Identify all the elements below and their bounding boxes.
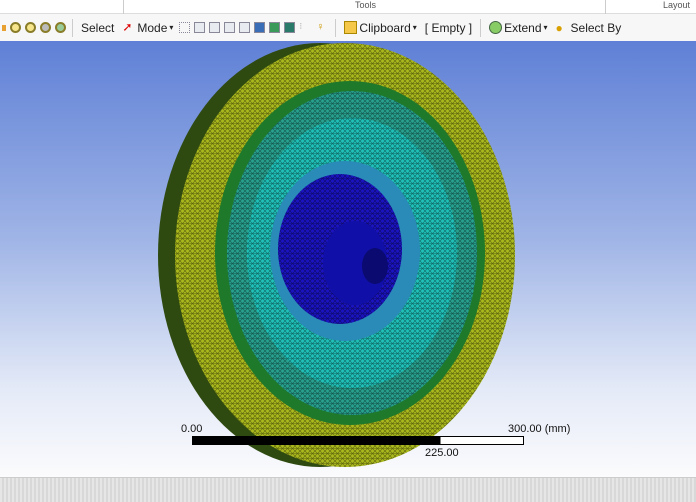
zoom-in-icon[interactable] (10, 22, 21, 33)
clipboard-icon (344, 21, 358, 34)
mode-label: Mode (137, 20, 168, 35)
select-element-face-icon[interactable] (269, 22, 281, 33)
mesh-model (158, 43, 515, 467)
zoom-fit-icon[interactable] (40, 22, 51, 33)
scale-mid-label: 225.00 (425, 447, 459, 459)
divider (123, 0, 124, 14)
graphics-viewport[interactable]: 0.00 300.00 (mm) 225.00 (0, 41, 696, 477)
extend-dropdown[interactable]: Extend ▾ (487, 21, 549, 35)
select-face-icon[interactable] (224, 22, 236, 33)
mode-dropdown[interactable]: ➚ Mode ▾ (120, 21, 175, 35)
group-label-layout: Layout (663, 0, 691, 10)
clipboard-status: [ Empty ] (424, 20, 473, 35)
group-label-tools: Tools (355, 0, 377, 10)
select-vertex-icon[interactable] (194, 22, 206, 33)
divider (605, 0, 606, 14)
scale-start-label: 0.00 (181, 423, 203, 435)
ribbon-group-labels: Tools Layout (0, 0, 696, 14)
separator (335, 18, 337, 37)
shaft-bore (362, 248, 388, 284)
select-button[interactable]: Select (79, 21, 116, 35)
toolbar: Select ➚ Mode ▾ ⁝ ♀ Clipboard ▾ [ Empty ] E… (0, 14, 696, 41)
arrow-icon[interactable] (2, 24, 6, 31)
hint-icon[interactable]: ♀ (316, 21, 329, 34)
zoom-selection-icon[interactable] (55, 22, 66, 33)
extend-icon[interactable]: ⁝ (299, 21, 312, 34)
select-pattern-icon[interactable] (179, 22, 191, 33)
select-body-icon[interactable] (239, 22, 251, 33)
pin-icon: ● (555, 21, 563, 35)
extend-label: Extend (504, 20, 542, 35)
select-element-icon[interactable] (284, 22, 296, 33)
zoom-box-icon[interactable] (25, 22, 36, 33)
select-node-icon[interactable] (254, 22, 266, 33)
select-by-label: Select By (570, 20, 622, 35)
extend-icon (489, 21, 503, 34)
status-bar (0, 477, 696, 502)
chevron-down-icon: ▾ (543, 23, 548, 32)
scale-bar (192, 436, 524, 445)
separator (72, 18, 73, 37)
select-by-dropdown[interactable]: ● Select By (554, 20, 624, 36)
chevron-down-icon: ▾ (169, 23, 174, 32)
scale-end-label: 300.00 (mm) (508, 423, 571, 435)
chevron-down-icon: ▾ (412, 23, 417, 32)
select-edge-icon[interactable] (209, 22, 221, 33)
clipboard-label: Clipboard (359, 20, 411, 35)
separator (480, 18, 482, 37)
clipboard-dropdown[interactable]: Clipboard ▾ (342, 21, 418, 35)
cursor-icon: ➚ (122, 20, 133, 34)
